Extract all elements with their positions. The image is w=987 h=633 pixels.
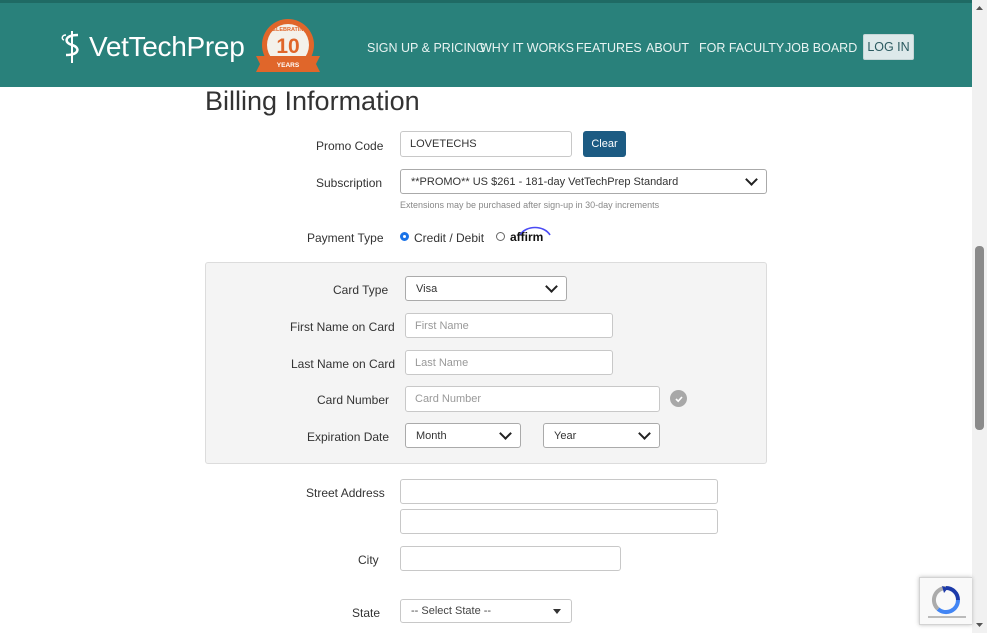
check-circle-icon (670, 390, 687, 407)
nav-about[interactable]: ABOUT (646, 41, 689, 55)
promo-code-label: Promo Code (316, 139, 384, 153)
card-number-input[interactable]: Card Number (405, 386, 660, 412)
chevron-down-icon (499, 427, 512, 440)
badge-top-text: CELEBRATING (268, 27, 307, 33)
nav-job-board[interactable]: JOB BOARD (785, 41, 857, 55)
state-select[interactable]: -- Select State -- (400, 599, 572, 623)
credit-debit-radio[interactable] (400, 232, 409, 241)
recaptcha-privacy-line (928, 616, 966, 618)
street-address-label: Street Address (306, 486, 385, 500)
brand-logo[interactable]: VetTechPrep (58, 29, 245, 65)
chevron-down-icon (545, 280, 558, 293)
badge-number-text: 10 (276, 35, 299, 58)
caduceus-logo-icon (61, 31, 79, 63)
expiration-year-select[interactable]: Year (543, 423, 660, 448)
expiration-label: Expiration Date (307, 430, 390, 444)
state-label: State (352, 606, 381, 620)
page-title: Billing Information (205, 86, 420, 116)
city-input[interactable] (400, 546, 621, 571)
card-type-select[interactable]: Visa (405, 276, 567, 301)
card-type-selected-value: Visa (416, 282, 438, 295)
chevron-down-icon (638, 427, 651, 440)
site-header: VetTechPrep CELEBRATING 10 YEARS SIGN UP… (0, 0, 972, 87)
scrollbar-thumb[interactable] (975, 246, 984, 430)
anniversary-badge-icon: CELEBRATING 10 YEARS (256, 19, 320, 72)
promo-code-input[interactable]: LOVETECHS (400, 131, 572, 157)
badge-bottom-text: YEARS (277, 62, 300, 69)
city-label: City (358, 553, 379, 567)
card-number-label: Card Number (317, 393, 390, 407)
nav-why-it-works[interactable]: WHY IT WORKS (480, 41, 574, 55)
recaptcha-badge[interactable] (919, 577, 972, 625)
scroll-up-icon[interactable] (972, 3, 987, 13)
brand-name: VetTechPrep (89, 31, 245, 62)
state-selected-value: -- Select State -- (411, 605, 492, 617)
clear-promo-button[interactable]: Clear (583, 131, 626, 157)
first-name-input[interactable]: First Name (405, 313, 613, 338)
last-name-input[interactable]: Last Name (405, 350, 613, 375)
scroll-down-icon[interactable] (972, 620, 987, 630)
last-name-label: Last Name on Card (291, 357, 396, 371)
checkmark-icon (674, 395, 683, 402)
card-type-label: Card Type (333, 283, 389, 297)
nav-signup-pricing[interactable]: SIGN UP & PRICING (367, 41, 486, 55)
street-address-line1-input[interactable] (400, 479, 718, 504)
caret-down-icon (553, 608, 561, 614)
subscription-hint: Extensions may be purchased after sign-u… (400, 200, 660, 210)
affirm-radio[interactable] (496, 232, 505, 241)
payment-type-label: Payment Type (307, 231, 384, 245)
subscription-select[interactable]: **PROMO** US $261 - 181-day VetTechPrep … (400, 169, 767, 194)
month-selected-value: Month (416, 429, 447, 442)
recaptcha-icon (931, 585, 961, 615)
nav-for-faculty[interactable]: FOR FACULTY (699, 41, 784, 55)
chevron-down-icon (745, 173, 758, 186)
expiration-month-select[interactable]: Month (405, 423, 521, 448)
year-selected-value: Year (554, 429, 577, 442)
login-button[interactable]: LOG IN (863, 34, 914, 60)
credit-debit-label[interactable]: Credit / Debit (414, 231, 484, 245)
affirm-label: affirm (510, 230, 544, 244)
nav-features[interactable]: FEATURES (576, 41, 642, 55)
first-name-label: First Name on Card (290, 320, 395, 334)
subscription-selected-value: **PROMO** US $261 - 181-day VetTechPrep … (411, 175, 679, 188)
subscription-label: Subscription (316, 176, 383, 190)
street-address-line2-input[interactable] (400, 509, 718, 534)
